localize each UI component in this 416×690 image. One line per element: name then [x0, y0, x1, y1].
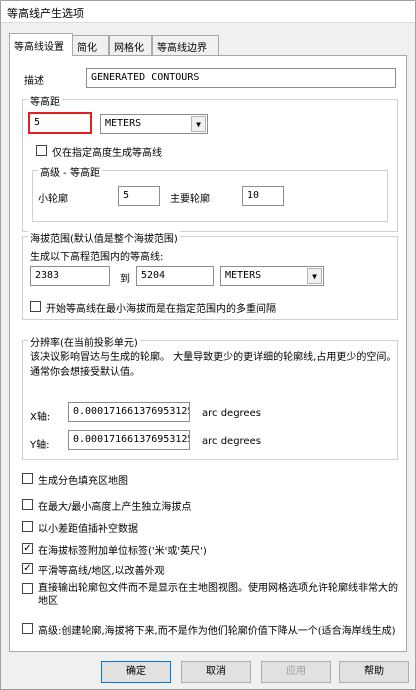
interval-group-label: 等高距: [28, 93, 62, 108]
tab-contour-settings[interactable]: 等高线设置: [9, 33, 73, 56]
apply-button[interactable]: 应用: [261, 661, 331, 683]
interval-unit-value: METERS: [105, 118, 142, 129]
option-checkbox-export-package[interactable]: 直接输出轮廓包文件而不是显示在主地图视图。使用网格选项允许轮廓线非常大的地区: [22, 582, 398, 608]
help-button[interactable]: 帮助: [339, 661, 409, 683]
tab-label: 简化: [77, 43, 97, 54]
option-label: 以小差距值插补空数据: [38, 524, 138, 535]
tab-contour-bounds[interactable]: 等高线边界: [152, 35, 219, 55]
tab-label: 网格化: [114, 43, 144, 54]
resolution-description: 该决议影响冒达与生成的轮廓。 大量导致更少的更详细的轮廓线,占用更少的空间。通常…: [30, 352, 397, 378]
advanced-interval-label: 高级 - 等高距: [38, 164, 102, 179]
resolution-group-label: 分辨率(在当前投影单元): [28, 334, 140, 349]
major-contour-input[interactable]: 10: [242, 186, 284, 206]
y-axis-label: Y轴:: [30, 440, 50, 451]
tab-gridding[interactable]: 网格化: [109, 35, 152, 55]
min-elevation-input[interactable]: 2383: [30, 266, 110, 286]
minor-contour-input[interactable]: 5: [118, 186, 160, 206]
x-axis-label: X轴:: [30, 412, 51, 423]
contour-options-dialog: 等高线产生选项 等高线设置 简化 网格化 等高线边界 描述 GENERATED …: [0, 0, 416, 690]
minor-contour-label: 小轮廓: [38, 194, 68, 205]
chevron-down-icon: ▼: [307, 268, 322, 284]
start-multiple-checkbox[interactable]: 开始等高线在最小海拔而是在指定范围内的多重间隔: [30, 300, 276, 315]
start-multiple-label: 开始等高线在最小海拔而是在指定范围内的多重间隔: [46, 304, 276, 315]
only-at-height-label: 仅在指定高度生成等高线: [52, 148, 162, 159]
option-checkbox-color-fill[interactable]: 生成分色填充区地图: [22, 472, 128, 487]
title-bar: 等高线产生选项: [1, 1, 415, 23]
tab-simplify[interactable]: 简化: [72, 35, 109, 55]
y-unit-label: arc degrees: [202, 436, 261, 447]
x-resolution-input[interactable]: 0.000171661376953125: [68, 402, 190, 422]
checkbox-box[interactable]: [22, 499, 33, 510]
interval-unit-select[interactable]: METERS ▼: [100, 114, 208, 134]
elevation-unit-value: METERS: [225, 270, 262, 281]
checkbox-box[interactable]: [36, 145, 47, 156]
checkbox-box[interactable]: [22, 521, 33, 532]
option-label: 在海拔标签附加单位标签('米'或'英尺'): [38, 546, 207, 557]
option-checkbox-fill-nodata[interactable]: 以小差距值插补空数据: [22, 520, 138, 535]
option-label: 直接输出轮廓包文件而不是显示在主地图视图。使用网格选项允许轮廓线非常大的地区: [38, 583, 398, 607]
chevron-down-icon: ▼: [191, 116, 206, 132]
checkmark-icon[interactable]: ✓: [22, 543, 33, 554]
major-contour-label: 主要轮廓: [170, 194, 210, 205]
option-checkbox-smooth[interactable]: ✓ 平滑等高线/地区,以改善外观: [22, 562, 165, 577]
max-elevation-input[interactable]: 5204: [136, 266, 214, 286]
option-label: 高级:创建轮廓,海拔将下来,而不是作为他们轮廓价值下降从一个(适合海岸线生成): [38, 626, 396, 637]
generate-range-label: 生成以下高程范围内的等高线:: [30, 252, 164, 263]
tab-label: 等高线边界: [157, 43, 207, 54]
elevation-range-label: 海拔范围(默认值是整个海拔范围): [28, 230, 180, 245]
description-input[interactable]: GENERATED CONTOURS: [86, 68, 396, 88]
cancel-button[interactable]: 取消: [181, 661, 251, 683]
checkbox-box[interactable]: [22, 473, 33, 484]
option-checkbox-coastline[interactable]: 高级:创建轮廓,海拔将下来,而不是作为他们轮廓价值下降从一个(适合海岸线生成): [22, 622, 396, 637]
option-checkbox-spot-heights[interactable]: 在最大/最小高度上产生独立海拔点: [22, 498, 191, 513]
checkmark-icon[interactable]: ✓: [22, 563, 33, 574]
elevation-unit-select[interactable]: METERS ▼: [220, 266, 324, 286]
ok-button[interactable]: 确定: [101, 661, 171, 683]
tab-label: 等高线设置: [14, 42, 64, 53]
option-label: 生成分色填充区地图: [38, 476, 128, 487]
to-label: 到: [120, 274, 130, 285]
option-label: 平滑等高线/地区,以改善外观: [38, 566, 165, 577]
interval-value-input[interactable]: 5: [28, 112, 92, 134]
checkbox-box[interactable]: [30, 301, 41, 312]
window-title: 等高线产生选项: [7, 7, 84, 20]
checkbox-box[interactable]: [22, 623, 33, 634]
description-label: 描述: [24, 76, 44, 87]
x-unit-label: arc degrees: [202, 408, 261, 419]
option-checkbox-unit-labels[interactable]: ✓ 在海拔标签附加单位标签('米'或'英尺'): [22, 542, 207, 557]
tab-panel-contour-settings: 描述 GENERATED CONTOURS 等高距 5 METERS ▼ 仅在指…: [9, 55, 407, 652]
only-at-height-checkbox[interactable]: 仅在指定高度生成等高线: [36, 144, 162, 159]
checkbox-box[interactable]: [22, 583, 33, 594]
y-resolution-input[interactable]: 0.000171661376953125: [68, 430, 190, 450]
option-label: 在最大/最小高度上产生独立海拔点: [38, 502, 192, 513]
